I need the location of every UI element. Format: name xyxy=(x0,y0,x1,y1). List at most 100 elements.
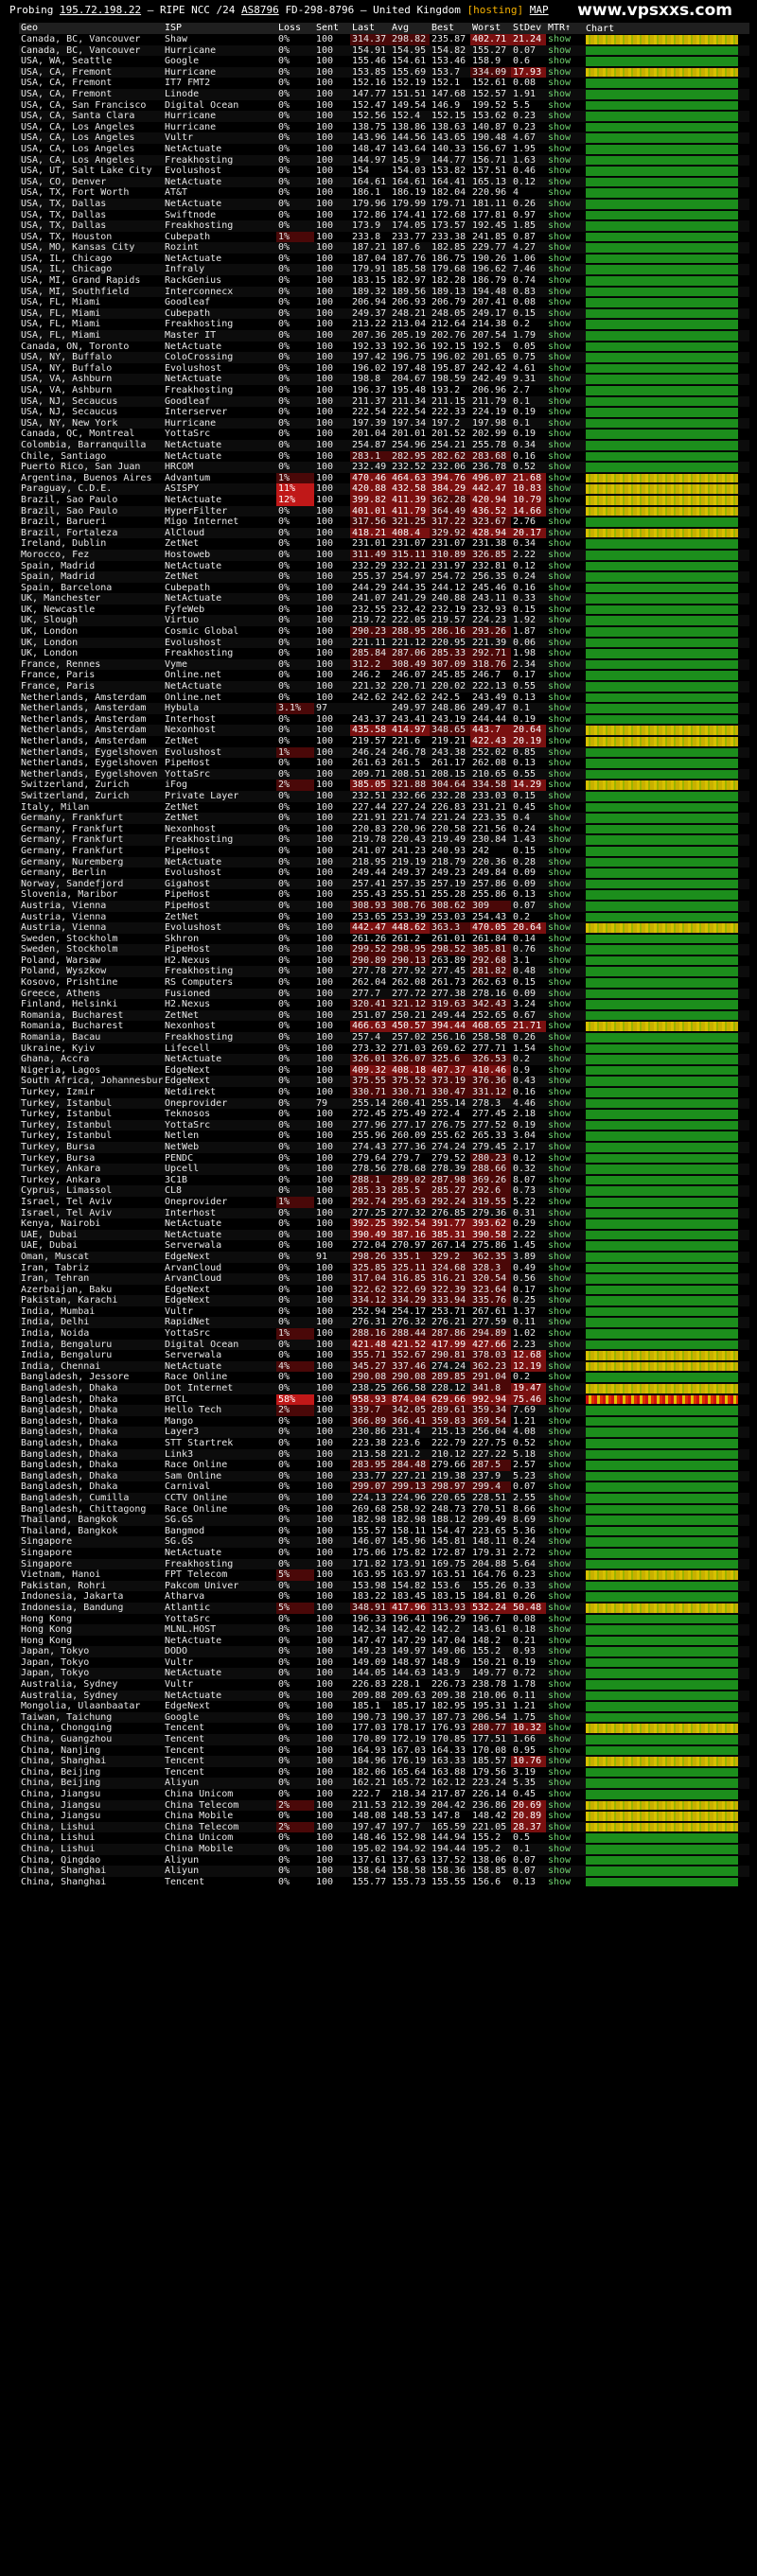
mtr-show-link[interactable]: show xyxy=(546,1701,586,1712)
mtr-show-link[interactable]: show xyxy=(546,1383,586,1394)
mtr-show-link[interactable]: show xyxy=(546,626,586,638)
mtr-show-link[interactable]: show xyxy=(546,1723,586,1734)
mtr-show-link[interactable]: show xyxy=(546,1142,586,1153)
mtr-show-link[interactable]: show xyxy=(546,319,586,330)
mtr-show-link[interactable]: show xyxy=(546,1021,586,1032)
mtr-show-link[interactable]: show xyxy=(546,1569,586,1581)
col-mtr[interactable]: MTR↑ xyxy=(546,23,586,34)
mtr-show-link[interactable]: show xyxy=(546,1515,586,1526)
mtr-show-link[interactable]: show xyxy=(546,583,586,594)
col-avg[interactable]: Avg xyxy=(390,23,430,34)
mtr-show-link[interactable]: show xyxy=(546,989,586,1000)
mtr-show-link[interactable]: show xyxy=(546,1800,586,1812)
mtr-show-link[interactable]: show xyxy=(546,1471,586,1482)
mtr-show-link[interactable]: show xyxy=(546,483,586,495)
mtr-show-link[interactable]: show xyxy=(546,1438,586,1449)
mtr-show-link[interactable]: show xyxy=(546,1855,586,1866)
mtr-show-link[interactable]: show xyxy=(546,287,586,298)
mtr-show-link[interactable]: show xyxy=(546,1130,586,1142)
mtr-show-link[interactable]: show xyxy=(546,1240,586,1252)
mtr-show-link[interactable]: show xyxy=(546,166,586,177)
mtr-show-link[interactable]: show xyxy=(546,1866,586,1877)
mtr-show-link[interactable]: show xyxy=(546,264,586,275)
mtr-show-link[interactable]: show xyxy=(546,955,586,967)
mtr-show-link[interactable]: show xyxy=(546,1832,586,1844)
mtr-show-link[interactable]: show xyxy=(546,879,586,890)
mtr-show-link[interactable]: show xyxy=(546,867,586,879)
asn-link[interactable]: AS8796 xyxy=(241,4,279,16)
mtr-show-link[interactable]: show xyxy=(546,571,586,583)
mtr-show-link[interactable]: show xyxy=(546,220,586,232)
mtr-show-link[interactable]: show xyxy=(546,451,586,463)
mtr-show-link[interactable]: show xyxy=(546,1427,586,1438)
mtr-show-link[interactable]: show xyxy=(546,385,586,396)
target-ip-link[interactable]: 195.72.198.22 xyxy=(60,4,141,16)
mtr-show-link[interactable]: show xyxy=(546,1449,586,1461)
mtr-show-link[interactable]: show xyxy=(546,1087,586,1098)
mtr-show-link[interactable]: show xyxy=(546,1603,586,1614)
mtr-show-link[interactable]: show xyxy=(546,100,586,112)
mtr-show-link[interactable]: show xyxy=(546,34,586,45)
mtr-show-link[interactable]: show xyxy=(546,758,586,769)
mtr-show-link[interactable]: show xyxy=(546,506,586,517)
mtr-show-link[interactable]: show xyxy=(546,352,586,363)
mtr-show-link[interactable]: show xyxy=(546,1295,586,1306)
mtr-show-link[interactable]: show xyxy=(546,1405,586,1416)
col-loss[interactable]: Loss xyxy=(276,23,314,34)
mtr-show-link[interactable]: show xyxy=(546,1208,586,1219)
mtr-show-link[interactable]: show xyxy=(546,1691,586,1702)
mtr-show-link[interactable]: show xyxy=(546,462,586,473)
mtr-show-link[interactable]: show xyxy=(546,736,586,747)
mtr-show-link[interactable]: show xyxy=(546,1734,586,1745)
mtr-show-link[interactable]: show xyxy=(546,275,586,287)
mtr-show-link[interactable]: show xyxy=(546,1504,586,1516)
col-stdev[interactable]: StDev xyxy=(511,23,546,34)
mtr-show-link[interactable]: show xyxy=(546,1185,586,1197)
mtr-show-link[interactable]: show xyxy=(546,999,586,1010)
mtr-show-link[interactable]: show xyxy=(546,1668,586,1679)
mtr-show-link[interactable]: show xyxy=(546,605,586,616)
mtr-show-link[interactable]: show xyxy=(546,1153,586,1165)
mtr-show-link[interactable]: show xyxy=(546,495,586,506)
mtr-show-link[interactable]: show xyxy=(546,1548,586,1559)
mtr-show-link[interactable]: show xyxy=(546,1350,586,1361)
mtr-show-link[interactable]: show xyxy=(546,1218,586,1230)
mtr-show-link[interactable]: show xyxy=(546,1252,586,1263)
mtr-show-link[interactable]: show xyxy=(546,342,586,353)
mtr-show-link[interactable]: show xyxy=(546,1076,586,1087)
mtr-show-link[interactable]: show xyxy=(546,1054,586,1065)
col-last[interactable]: Last xyxy=(350,23,390,34)
mtr-show-link[interactable]: show xyxy=(546,1811,586,1822)
mtr-show-link[interactable]: show xyxy=(546,407,586,418)
mtr-show-link[interactable]: show xyxy=(546,615,586,626)
mtr-show-link[interactable]: show xyxy=(546,834,586,846)
mtr-show-link[interactable]: show xyxy=(546,199,586,210)
mtr-show-link[interactable]: show xyxy=(546,1778,586,1789)
col-chart[interactable]: Chart xyxy=(586,23,740,34)
mtr-show-link[interactable]: show xyxy=(546,1098,586,1110)
mtr-show-link[interactable]: show xyxy=(546,922,586,934)
col-best[interactable]: Best xyxy=(430,23,470,34)
mtr-show-link[interactable]: show xyxy=(546,1032,586,1043)
mtr-show-link[interactable]: show xyxy=(546,966,586,977)
mtr-show-link[interactable]: show xyxy=(546,1460,586,1471)
mtr-show-link[interactable]: show xyxy=(546,56,586,67)
mtr-show-link[interactable]: show xyxy=(546,1394,586,1406)
mtr-show-link[interactable]: show xyxy=(546,1581,586,1592)
mtr-show-link[interactable]: show xyxy=(546,363,586,375)
mtr-show-link[interactable]: show xyxy=(546,1657,586,1669)
mtr-show-link[interactable]: show xyxy=(546,232,586,243)
mtr-show-link[interactable]: show xyxy=(546,692,586,704)
mtr-show-link[interactable]: show xyxy=(546,1526,586,1537)
mtr-show-link[interactable]: show xyxy=(546,1164,586,1175)
mtr-show-link[interactable]: show xyxy=(546,440,586,451)
mtr-show-link[interactable]: show xyxy=(546,714,586,726)
mtr-show-link[interactable]: show xyxy=(546,528,586,539)
mtr-show-link[interactable]: show xyxy=(546,1636,586,1647)
mtr-show-link[interactable]: show xyxy=(546,725,586,736)
mtr-show-link[interactable]: show xyxy=(546,977,586,989)
mtr-show-link[interactable]: show xyxy=(546,111,586,122)
mtr-show-link[interactable]: show xyxy=(546,901,586,912)
mtr-show-link[interactable]: show xyxy=(546,747,586,759)
mtr-show-link[interactable]: show xyxy=(546,791,586,802)
